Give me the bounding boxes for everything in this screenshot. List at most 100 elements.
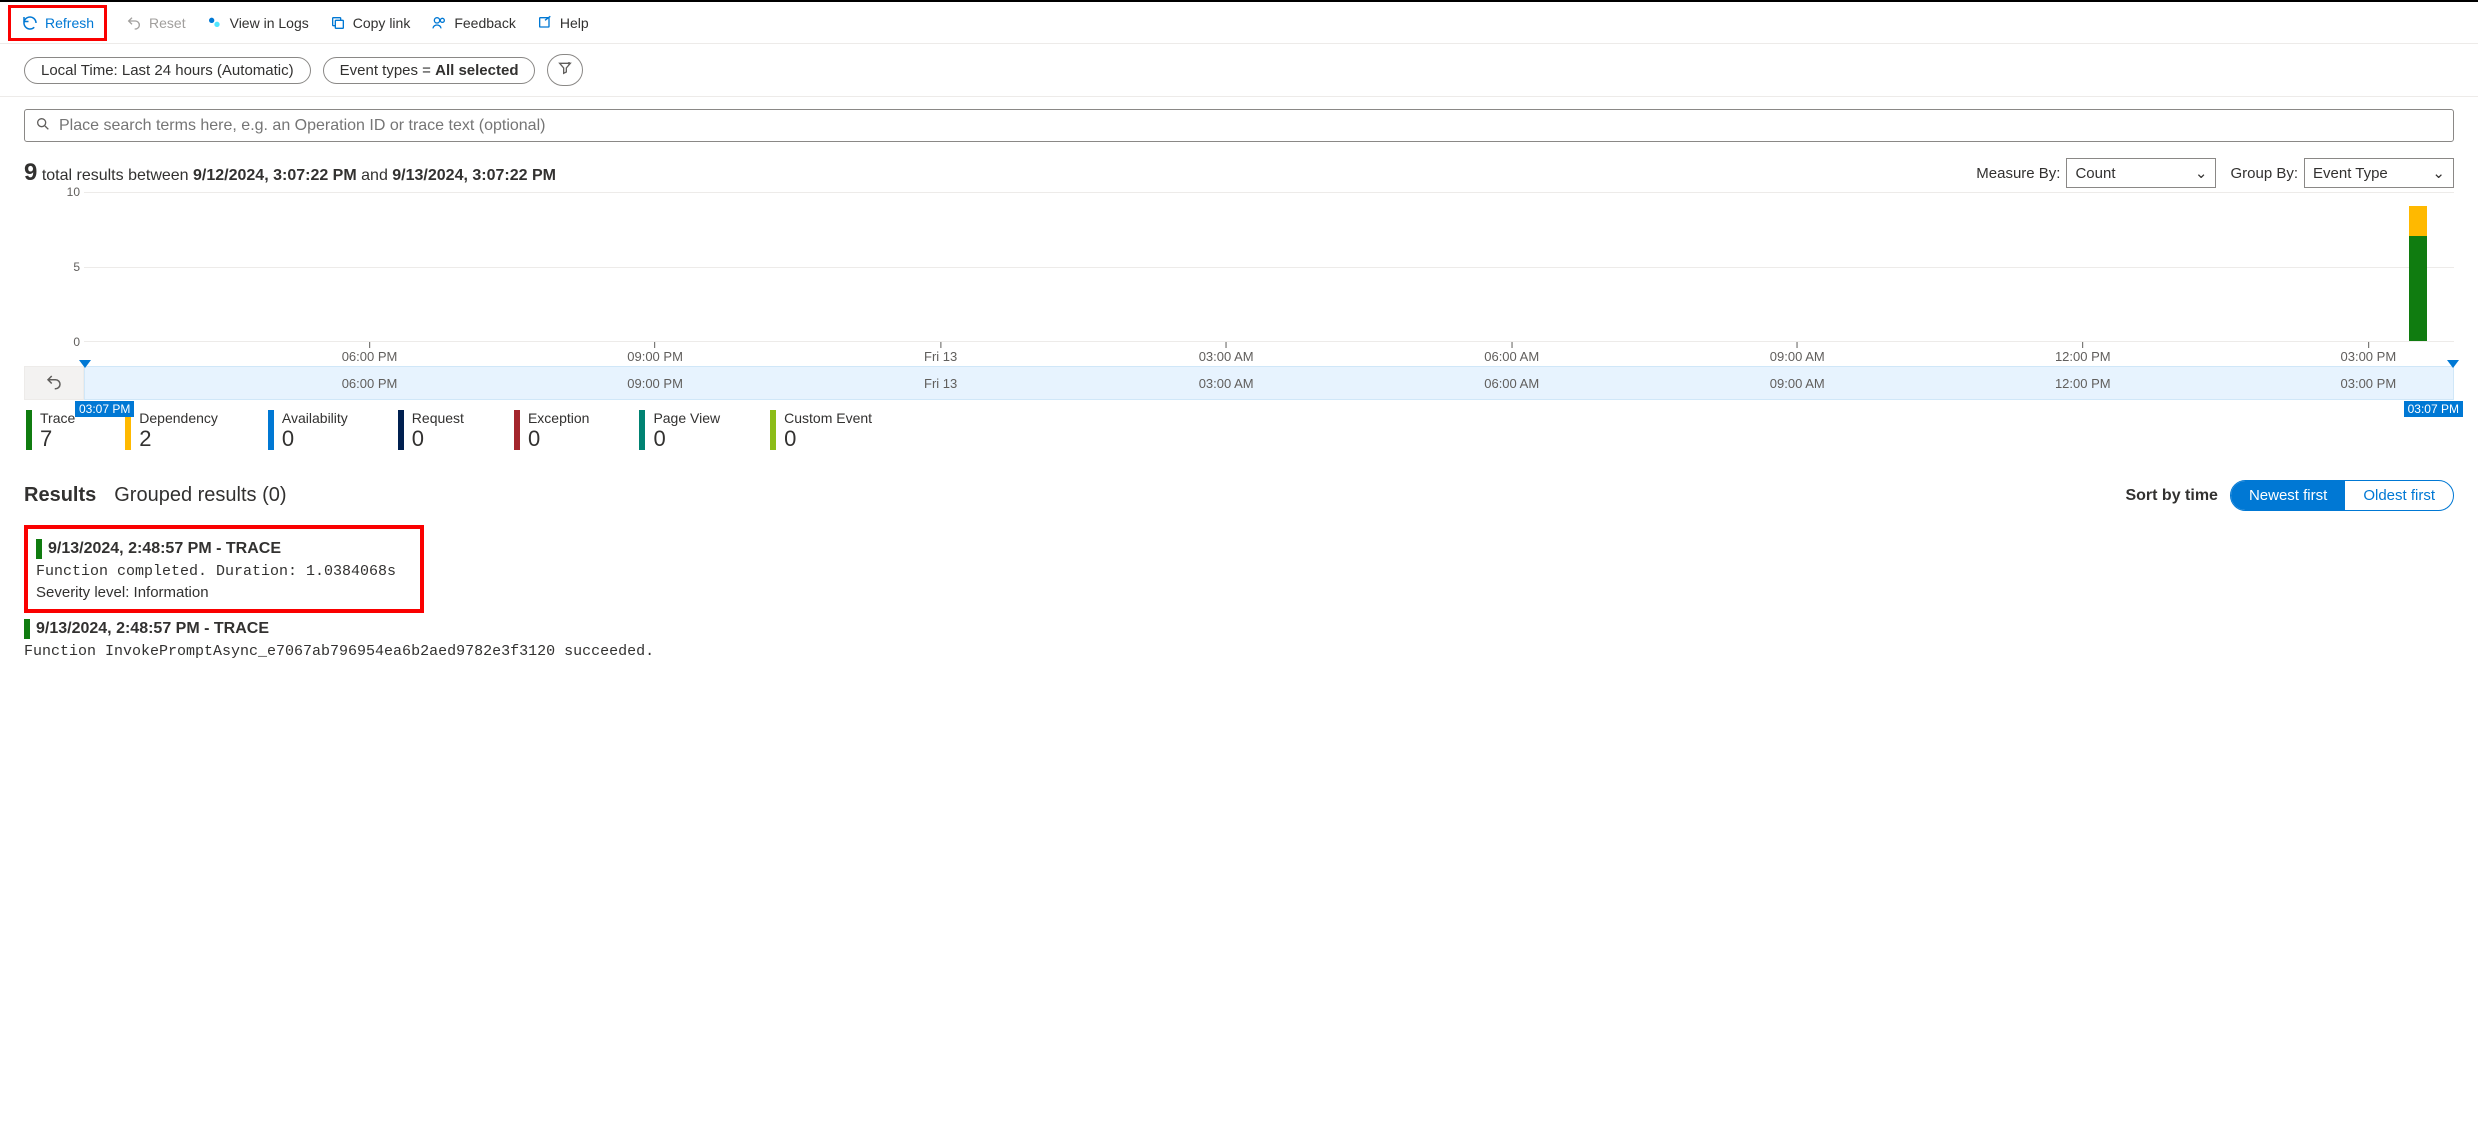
refresh-highlight-box: Refresh [8,5,107,41]
result-item[interactable]: 9/13/2024, 2:48:57 PM - TRACE Function co… [36,539,412,601]
legend-count: 0 [784,426,872,452]
brush-handle-left[interactable] [79,360,91,368]
tab-results[interactable]: Results [24,484,96,507]
filter-row: Local Time: Last 24 hours (Automatic) Ev… [0,44,2478,97]
legend-color-swatch [26,410,32,450]
toolbar: Refresh Reset View in Logs Copy link Fee… [0,0,2478,44]
sort-toggle: Newest first Oldest first [2230,480,2454,511]
y-axis: 0510 [54,192,84,342]
filter-plus-icon [557,60,573,80]
legend-item[interactable]: Custom Event0 [770,410,872,452]
feedback-icon [430,14,448,32]
legend-label: Dependency [139,410,218,426]
time-range-pill[interactable]: Local Time: Last 24 hours (Automatic) [24,57,311,84]
undo-icon [125,14,143,32]
y-tick: 5 [73,260,80,274]
chart-bar[interactable] [2409,206,2427,341]
x-axis-upper: 06:00 PM09:00 PMFri 1303:00 AM06:00 AM09… [84,342,2454,366]
legend-item[interactable]: Exception0 [514,410,589,452]
feedback-button[interactable]: Feedback [420,8,525,38]
refresh-button[interactable]: Refresh [11,8,104,38]
timeline-chart[interactable]: 0510 06:00 PM09:00 PMFri 1303:00 AM06:00… [24,192,2454,400]
legend-color-swatch [639,410,645,450]
view-in-logs-button[interactable]: View in Logs [196,8,319,38]
legend-count: 7 [40,426,75,452]
add-filter-button[interactable] [547,54,583,86]
result-message: Function completed. Duration: 1.0384068s [36,563,412,580]
x-tick: Fri 13 [924,342,957,364]
legend-count: 0 [528,426,589,452]
legend-item[interactable]: Request0 [398,410,464,452]
results-summary: 9 total results between 9/12/2024, 3:07:… [24,159,556,187]
help-button[interactable]: Help [526,8,599,38]
copy-link-button[interactable]: Copy link [319,8,421,38]
legend-color-swatch [770,410,776,450]
legend-label: Availability [282,410,348,426]
undo-icon [45,373,63,394]
trace-indicator [36,539,42,559]
help-icon [536,14,554,32]
event-types-pill[interactable]: Event types = All selected [323,57,536,84]
legend-color-swatch [514,410,520,450]
chevron-down-icon: ⌄ [2432,164,2445,182]
time-brush[interactable]: 03:07 PM 03:07 PM [84,366,2454,400]
legend-label: Trace [40,410,75,426]
results-count: 9 [24,159,37,186]
group-by-value: Event Type [2313,165,2388,182]
legend-count: 2 [139,426,218,452]
legend-label: Page View [653,410,720,426]
tab-grouped-results[interactable]: Grouped results (0) [114,484,286,507]
legend-color-swatch [398,410,404,450]
x-tick: 09:00 PM [627,342,683,364]
logs-icon [206,14,224,32]
legend-item[interactable]: Dependency2 [125,410,218,452]
chart-bar-segment [2409,236,2427,341]
reset-label: Reset [149,15,186,31]
measure-by-value: Count [2075,165,2115,182]
group-by-label: Group By: [2230,165,2298,182]
measure-by-dropdown[interactable]: Count ⌄ [2066,158,2216,188]
legend-label: Exception [528,410,589,426]
sort-oldest-first[interactable]: Oldest first [2345,481,2453,510]
chart-legend: Trace7Dependency2Availability0Request0Ex… [26,410,2454,452]
y-tick: 10 [67,185,80,199]
legend-item[interactable]: Availability0 [268,410,348,452]
brush-end-label: 03:07 PM [2404,401,2463,417]
reset-button: Reset [115,8,196,38]
event-types-prefix: Event types = [340,62,435,79]
event-types-value: All selected [435,62,518,79]
legend-item[interactable]: Page View0 [639,410,720,452]
result-highlight-box: 9/13/2024, 2:48:57 PM - TRACE Function co… [24,525,424,613]
sort-newest-first[interactable]: Newest first [2231,481,2345,510]
date-to: 9/13/2024, 3:07:22 PM [392,167,556,184]
result-message: Function InvokePromptAsync_e7067ab796954… [24,643,2454,660]
legend-count: 0 [282,426,348,452]
reset-zoom-button[interactable] [24,366,84,400]
feedback-label: Feedback [454,15,515,31]
legend-item[interactable]: Trace7 [26,410,75,452]
copy-link-label: Copy link [353,15,411,31]
results-tabs: Results Grouped results (0) [24,484,287,507]
brush-handle-right[interactable] [2447,360,2459,368]
result-item[interactable]: 9/13/2024, 2:48:57 PM - TRACEFunction In… [24,619,2454,660]
x-tick: 06:00 AM [1484,342,1539,364]
legend-label: Custom Event [784,410,872,426]
legend-color-swatch [268,410,274,450]
refresh-label: Refresh [45,15,94,31]
trace-indicator [24,619,30,639]
result-severity: Severity level: Information [36,584,412,601]
measure-by-label: Measure By: [1976,165,2060,182]
help-label: Help [560,15,589,31]
brush-start-label: 03:07 PM [75,401,134,417]
view-in-logs-label: View in Logs [230,15,309,31]
legend-label: Request [412,410,464,426]
search-box[interactable] [24,109,2454,142]
time-range-text: Local Time: Last 24 hours (Automatic) [41,62,294,79]
search-input[interactable] [59,117,2443,135]
group-by-dropdown[interactable]: Event Type ⌄ [2304,158,2454,188]
result-title: 9/13/2024, 2:48:57 PM - TRACE [48,540,281,558]
chevron-down-icon: ⌄ [2195,164,2208,182]
legend-count: 0 [412,426,464,452]
date-from: 9/12/2024, 3:07:22 PM [193,167,357,184]
chart-plot-area[interactable] [84,192,2454,342]
